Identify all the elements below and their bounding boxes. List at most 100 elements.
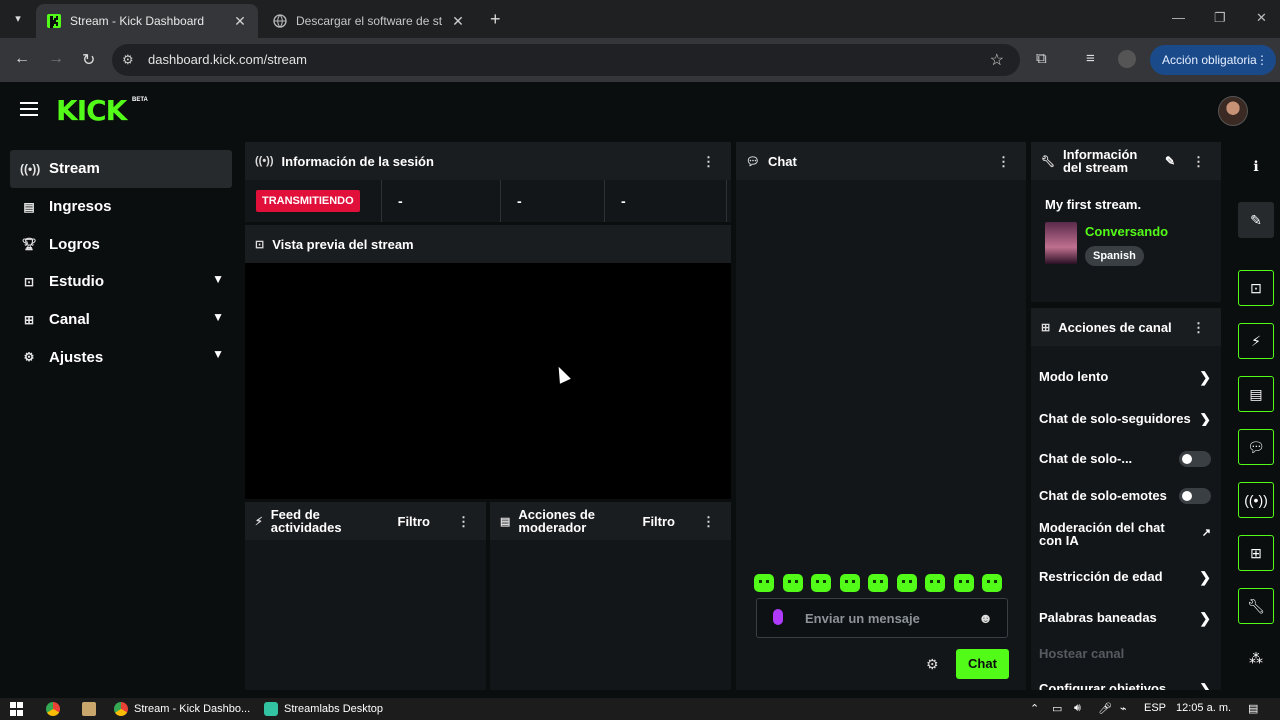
tab-search-icon[interactable]: ▾ (8, 9, 28, 29)
battery-icon[interactable]: ▭ (1052, 702, 1062, 715)
panel-header: 🔧︎ Información del stream ✎ ⋮ (1031, 142, 1221, 180)
windows-start-icon[interactable] (10, 702, 24, 716)
info-icon[interactable]: ℹ (1238, 148, 1274, 184)
stat-value: - (517, 193, 522, 209)
more-vert-icon[interactable]: ⋮ (457, 514, 470, 530)
media-control-icon[interactable]: ≡ (1086, 50, 1095, 67)
emote-icon[interactable] (953, 574, 974, 592)
filter-button[interactable]: Filtro (398, 514, 431, 529)
chat-message-input[interactable]: Enviar un mensaje ☻ (756, 598, 1008, 638)
channel-icon[interactable]: ⊞ (1238, 535, 1274, 571)
chat-bubble-icon[interactable]: 💬︎ (1238, 429, 1274, 465)
chevron-up-icon[interactable]: ⌃ (1030, 702, 1039, 715)
network-icon[interactable]: ⌁ (1120, 702, 1127, 715)
action-slow-mode[interactable]: Modo lento ❯ (1039, 369, 1217, 385)
filter-button[interactable]: Filtro (643, 514, 676, 529)
chevron-down-icon: ▼ (212, 309, 224, 324)
taskbar-app-label: Stream - Kick Dashbo... (134, 703, 251, 715)
action-label: Chat de solo-emotes (1039, 488, 1167, 503)
action-subscribers-only[interactable]: Chat de solo-... (1039, 451, 1217, 467)
taskbar-chrome-window[interactable]: Stream - Kick Dashbo... (114, 702, 250, 716)
emote-icon[interactable] (754, 574, 774, 592)
notifications-icon[interactable]: ▤ (1248, 702, 1258, 715)
channel-actions-panel: ⊞ Acciones de canal ⋮ Modo lento ❯ Chat … (1031, 308, 1221, 690)
toggle-switch[interactable] (1179, 488, 1211, 504)
bolt-icon[interactable]: ⚡︎ (1238, 323, 1274, 359)
emote-icon[interactable] (896, 574, 917, 592)
sidebar-item-ajustes[interactable]: ⚙ Ajustes ▼ (10, 338, 232, 376)
microphone-icon[interactable]: 🎤︎ (1098, 702, 1112, 715)
volume-icon[interactable]: 🔊︎ (1074, 702, 1081, 715)
site-settings-icon[interactable]: ⚙ (122, 52, 134, 68)
more-vert-icon[interactable]: ⋮ (997, 154, 1010, 170)
action-followers-only[interactable]: Chat de solo-seguidores ❯ (1039, 411, 1217, 426)
broadcast-icon[interactable]: ((•)) (1238, 482, 1274, 518)
close-tab-icon[interactable]: ✕ (450, 13, 466, 30)
send-chat-button[interactable]: Chat (956, 649, 1009, 679)
clock[interactable]: 12:05 a. m. (1176, 702, 1231, 714)
log-icon[interactable]: ▤ (1238, 376, 1274, 412)
action-age-restriction[interactable]: Restricción de edad ❯ (1039, 569, 1217, 585)
gear-icon: ⚙ (23, 350, 35, 365)
more-vert-icon[interactable]: ⋮ (1192, 154, 1205, 170)
action-required-button[interactable]: Acción obligatoria ⋮ (1150, 45, 1276, 75)
sidebar-item-label: Ingresos (49, 198, 112, 216)
tab-descargar[interactable]: Descargar el software de strea ✕ (262, 4, 476, 38)
more-vert-icon[interactable]: ⋮ (702, 514, 715, 530)
sidebar-item-stream[interactable]: ((•)) Stream (10, 150, 232, 188)
input-language[interactable]: ESP (1144, 702, 1166, 714)
edit-pencil-icon[interactable]: ✎ (1238, 202, 1274, 238)
bolt-icon: ⚡︎ (255, 515, 263, 528)
more-vert-icon[interactable]: ⋮ (1192, 320, 1205, 336)
menu-icon[interactable] (20, 102, 38, 118)
forward-icon[interactable]: → (48, 50, 64, 68)
preview-toggle-icon[interactable]: ⊡ (1238, 270, 1274, 306)
apps-icon[interactable]: ⁂ (1238, 640, 1274, 676)
extensions-icon[interactable]: ⧉ (1036, 50, 1047, 67)
bookmark-star-icon[interactable]: ☆ (990, 50, 1004, 70)
chat-settings-icon[interactable]: ⚙ (926, 656, 939, 673)
close-window-icon[interactable]: ✕ (1256, 10, 1267, 26)
more-vert-icon: ⋮ (1256, 53, 1268, 67)
action-configure-goals[interactable]: Configurar objetivos ❯ (1039, 681, 1217, 690)
emote-icon[interactable] (925, 574, 945, 592)
minimize-icon[interactable]: — (1172, 10, 1185, 25)
sidebar-item-logros[interactable]: 🏆︎ Logros (10, 225, 232, 263)
more-vert-icon[interactable]: ⋮ (702, 154, 715, 170)
kick-logo[interactable]: KICK (56, 94, 127, 127)
action-banned-words[interactable]: Palabras baneadas ❯ (1039, 610, 1217, 626)
action-host-channel: Hostear canal (1039, 646, 1217, 661)
tab-kick-dashboard[interactable]: Stream - Kick Dashboard ✕ (36, 4, 258, 38)
emote-icon[interactable] (839, 574, 860, 592)
sidebar-item-canal[interactable]: ⊞ Canal ▼ (10, 301, 232, 339)
browser-profile-avatar[interactable] (1118, 50, 1136, 68)
globe-icon (272, 13, 288, 29)
app-icon[interactable] (82, 702, 96, 716)
stream-info-panel: 🔧︎ Información del stream ✎ ⋮ My first s… (1031, 142, 1221, 302)
maximize-icon[interactable]: ❐ (1214, 10, 1226, 26)
chat-messages: Enviar un mensaje ☻ ⚙ Chat (736, 180, 1026, 692)
emoji-icon[interactable]: ☻ (978, 610, 993, 626)
action-ai-moderation[interactable]: Moderación del chat con IA ↗ (1039, 521, 1217, 547)
chrome-app-icon[interactable] (46, 702, 60, 716)
toggle-switch[interactable] (1179, 451, 1211, 467)
address-bar[interactable]: ⚙ dashboard.kick.com/stream ☆ (112, 44, 1020, 76)
emote-icon[interactable] (811, 574, 831, 592)
microphone-icon[interactable] (773, 609, 783, 625)
emote-icon[interactable] (982, 574, 1002, 592)
reload-icon[interactable]: ↻ (82, 50, 95, 70)
action-emotes-only[interactable]: Chat de solo-emotes (1039, 488, 1217, 504)
back-icon[interactable]: ← (14, 50, 30, 68)
edit-pencil-icon[interactable]: ✎ (1165, 154, 1175, 168)
stream-preview-video[interactable] (245, 263, 731, 499)
mod-actions-panel: ▤ Acciones de moderador Filtro ⋮ (490, 502, 731, 690)
wrench-icon[interactable]: 🔧︎ (1238, 588, 1274, 624)
taskbar-streamlabs-window[interactable]: Streamlabs Desktop (264, 702, 383, 716)
emote-icon[interactable] (868, 574, 888, 592)
sidebar-item-estudio[interactable]: ⊡ Estudio ▼ (10, 263, 232, 301)
close-tab-icon[interactable]: ✕ (232, 13, 248, 30)
stream-category-link[interactable]: Conversando (1085, 224, 1168, 239)
new-tab-icon[interactable]: + (490, 9, 501, 30)
sidebar-item-ingresos[interactable]: ▤ Ingresos (10, 188, 232, 226)
emote-icon[interactable] (782, 574, 803, 592)
